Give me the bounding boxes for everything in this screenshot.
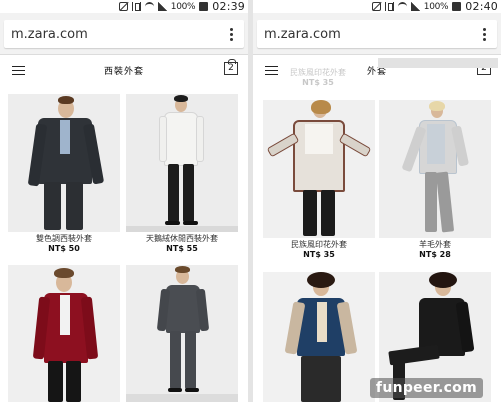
address-bar[interactable]: m.zara.com — [4, 20, 244, 48]
product-price: NT$ 28 — [419, 250, 451, 259]
signal-icon — [410, 2, 420, 11]
product-price: NT$ 35 — [303, 250, 335, 259]
url-text: m.zara.com — [11, 26, 88, 42]
product-image[interactable] — [263, 272, 375, 402]
address-bar[interactable]: m.zara.com — [257, 20, 497, 48]
wifi-icon — [397, 2, 407, 11]
product-card[interactable]: 民族風印花外套 NT$ 35 — [263, 100, 375, 260]
product-name: 天鵝絨休閒西裝外套 — [146, 234, 218, 243]
product-card[interactable] — [263, 272, 375, 402]
browser-toolbar: m.zara.com — [253, 13, 501, 55]
battery-percent: 100% — [170, 1, 196, 12]
product-image[interactable] — [126, 94, 238, 232]
vibrate-icon — [384, 2, 394, 11]
url-text: m.zara.com — [264, 26, 341, 42]
product-name: 羊毛外套 — [419, 240, 451, 249]
clock: 02:39 — [212, 0, 245, 13]
product-image[interactable] — [379, 100, 491, 238]
clock: 02:40 — [465, 0, 498, 13]
site-header: 西裝外套 2 — [0, 56, 248, 88]
battery-percent: 100% — [423, 1, 449, 12]
product-image[interactable] — [126, 265, 238, 402]
vibrate-icon — [131, 2, 141, 11]
product-name: 民族風印花外套 — [291, 240, 347, 249]
shopping-bag-icon[interactable]: 2 — [224, 59, 238, 75]
product-price: NT$ 50 — [48, 244, 80, 253]
product-price: NT$ 55 — [166, 244, 198, 253]
signal-icon — [157, 2, 167, 11]
product-card[interactable]: 羊毛外套 NT$ 28 — [379, 100, 491, 260]
ghost-caption: 民族風印花外套 — [290, 68, 346, 77]
mute-icon — [118, 2, 128, 11]
status-bar: 100% 02:39 — [0, 0, 248, 13]
product-card[interactable] — [126, 265, 238, 402]
product-card[interactable]: 雙色調西裝外套 NT$ 50 — [8, 94, 120, 254]
overflow-menu-icon[interactable] — [225, 26, 237, 42]
watermark-logo: funpeer.com — [369, 378, 483, 398]
browser-toolbar: m.zara.com — [0, 13, 248, 55]
overflow-menu-icon[interactable] — [478, 26, 490, 42]
phone-screen-left: 100% 02:39 m.zara.com 西裝外套 2 雙色調西裝外套 NT$… — [0, 0, 248, 402]
battery-icon — [199, 2, 209, 11]
product-name: 雙色調西裝外套 — [36, 234, 92, 243]
status-bar: 100% 02:40 — [253, 0, 501, 13]
page-title: 西裝外套 — [103, 67, 144, 77]
battery-icon — [452, 2, 462, 11]
phone-screen-right: 100% 02:40 m.zara.com 外套 2 民族風印花外套 NT$ 3… — [253, 0, 501, 402]
product-image[interactable] — [8, 94, 120, 232]
product-image[interactable] — [8, 265, 120, 402]
ghost-price: NT$ 35 — [302, 78, 334, 87]
mute-icon — [371, 2, 381, 11]
wifi-icon — [144, 2, 154, 11]
product-card[interactable]: 天鵝絨休閒西裝外套 NT$ 55 — [126, 94, 238, 254]
scrolled-ghost-text: 民族風印花外套 NT$ 35 — [259, 68, 377, 88]
product-image[interactable] — [263, 100, 375, 238]
image-fragment — [378, 58, 498, 68]
product-card[interactable] — [8, 265, 120, 402]
